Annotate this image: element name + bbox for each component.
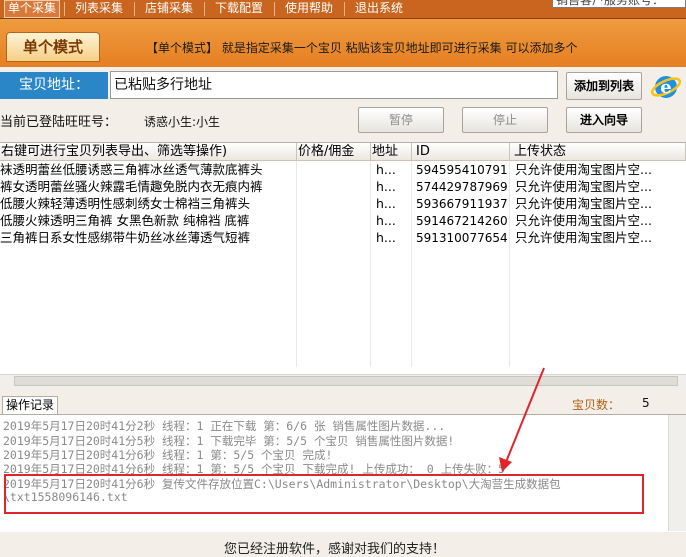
item-count-value: 5	[642, 396, 650, 410]
logged-in-user: 诱惑小生:小生	[144, 115, 221, 129]
wizard-button[interactable]: 进入向导	[566, 107, 642, 133]
cell-title: 低腰火辣轻薄透明性感刺绣女士棉裆三角裤头	[0, 196, 251, 211]
cell-upload-status: 只允许使用淘宝图片空...	[515, 162, 652, 177]
cell-id: 591467214260	[416, 214, 508, 228]
cell-upload-status: 只允许使用淘宝图片空...	[515, 213, 652, 228]
cell-url: h...	[376, 162, 396, 177]
column-header-id[interactable]: ID	[412, 143, 510, 161]
table-row[interactable]: 低腰火辣轻薄透明性感刺绣女士棉裆三角裤头 h... 593667911937 只…	[0, 196, 678, 213]
highlight-box	[4, 474, 644, 514]
item-table[interactable]: 右键可进行宝贝列表导出、筛选等操作) 价格/佣金 地址 ID 上传状态 袜透明蕾…	[0, 142, 686, 387]
logged-in-label: 当前已登陆旺旺号：	[0, 115, 118, 130]
cell-id: 593667911937	[416, 197, 508, 211]
column-header-url[interactable]: 地址	[371, 143, 412, 161]
menu-shop-collect[interactable]: 店铺采集	[140, 0, 198, 18]
ie-browser-icon[interactable]: e	[650, 70, 682, 102]
cell-upload-status: 只允许使用淘宝图片空...	[515, 196, 652, 211]
item-url-label: 宝贝地址：	[0, 72, 108, 99]
menu-separator	[204, 2, 205, 16]
footer-message: 您已经注册软件，感谢对我们的支持！	[224, 542, 446, 557]
pause-button[interactable]: 暂停	[358, 107, 444, 133]
mode-description: 【单个模式】 就是指定采集一个宝贝 粘贴该宝贝地址即可进行采集 可以添加多个	[146, 41, 578, 55]
tab-operation-log[interactable]: 操作记录	[2, 396, 58, 414]
cell-url: h...	[376, 179, 396, 194]
column-header-upload-status[interactable]: 上传状态	[510, 143, 686, 161]
cell-id: 591310077654	[416, 231, 508, 245]
cell-url: h...	[376, 196, 396, 211]
cell-url: h...	[376, 230, 396, 245]
cell-id: 574429787969	[416, 180, 508, 194]
tab-single-mode[interactable]: 单个模式	[6, 32, 100, 62]
cell-upload-status: 只允许使用淘宝图片空...	[515, 230, 652, 245]
cell-title: 低腰火辣透明三角裤 女黑色新款 纯棉裆 底裤	[0, 213, 250, 228]
cell-url: h...	[376, 213, 396, 228]
add-to-list-button[interactable]: 添加到列表	[566, 72, 642, 100]
account-field[interactable]: 销售客户服务账号：	[552, 0, 686, 8]
cell-title: 三角裤日系女性感绑带牛奶丝冰丝薄透气短裤	[0, 230, 251, 245]
menu-download-config[interactable]: 下载配置	[210, 0, 268, 18]
menu-separator	[134, 2, 135, 16]
stop-button[interactable]: 停止	[462, 107, 548, 133]
cell-id: 594595410791	[416, 163, 508, 177]
menu-list-collect[interactable]: 列表采集	[70, 0, 128, 18]
table-row[interactable]: 三角裤日系女性感绑带牛奶丝冰丝薄透气短裤 h... 591310077654 只…	[0, 230, 678, 247]
menu-separator	[274, 2, 275, 16]
svg-text:e: e	[660, 77, 671, 98]
cell-upload-status: 只允许使用淘宝图片空...	[515, 179, 652, 194]
menu-help[interactable]: 使用帮助	[280, 0, 338, 18]
menu-separator	[64, 2, 65, 16]
menu-exit[interactable]: 退出系统	[350, 0, 408, 18]
table-row[interactable]: 低腰火辣透明三角裤 女黑色新款 纯棉裆 底裤 h... 591467214260…	[0, 213, 678, 230]
table-row[interactable]: 裤女透明蕾丝骚火辣露毛情趣免脱内衣无痕内裤 h... 574429787969 …	[0, 179, 678, 196]
horizontal-scroll-thumb[interactable]	[14, 376, 678, 386]
item-count-label: 宝贝数：	[572, 398, 621, 412]
cell-title: 裤女透明蕾丝骚火辣露毛情趣免脱内衣无痕内裤	[0, 179, 263, 194]
cell-title: 袜透明蕾丝低腰诱惑三角裤冰丝透气薄款底裤头	[0, 162, 263, 177]
log-line: 2019年5月17日20时41分2秒 线程：1 正在下载 第：6/6 张 销售属…	[3, 419, 446, 433]
menu-single-collect[interactable]: 单个采集	[4, 0, 60, 18]
column-header-title[interactable]: 右键可进行宝贝列表导出、筛选等操作)	[0, 143, 297, 161]
column-header-price[interactable]: 价格/佣金	[297, 143, 371, 161]
menu-separator	[344, 2, 345, 16]
vertical-scrollbar[interactable]	[668, 415, 686, 531]
table-row[interactable]: 袜透明蕾丝低腰诱惑三角裤冰丝透气薄款底裤头 h... 594595410791 …	[0, 162, 678, 179]
item-url-input[interactable]: 已粘贴多行地址	[110, 71, 558, 99]
